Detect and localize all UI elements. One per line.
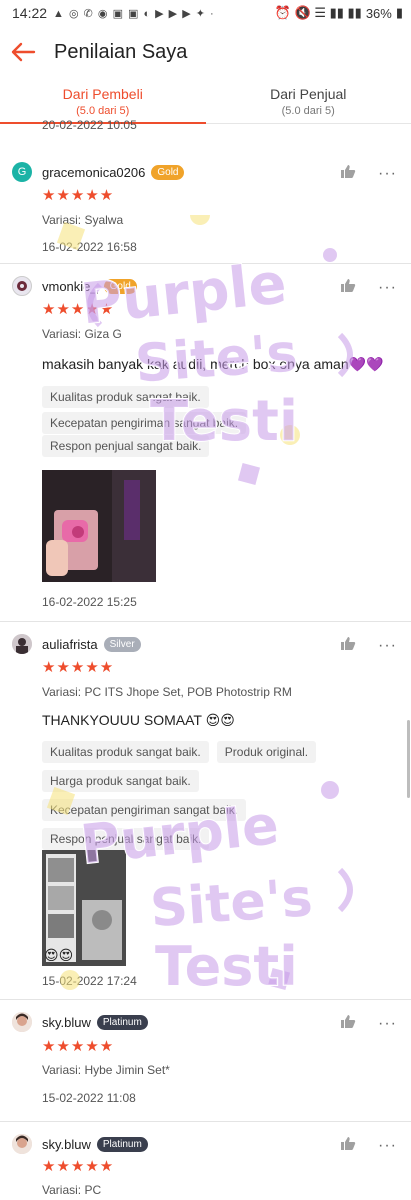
reviewer-name[interactable]: sky.bluw (42, 1137, 91, 1152)
review-photo[interactable] (42, 470, 156, 582)
review-tag: Kecepatan pengiriman sangat baik. (42, 412, 247, 434)
reviewer-row: sky.bluw Platinum (12, 1134, 148, 1154)
review-tag: Produk original. (216, 741, 317, 763)
reviewer-row: vmonkie_ Gold (12, 276, 137, 296)
review-tag: Kecepatan pengiriman sangat baik. (42, 799, 247, 821)
status-right: ⏰ 🔇 ☰ ▮▮ ▮▮ 36% ▮ (275, 5, 403, 21)
review-tag: Respon penjual sangat baik. (42, 435, 210, 457)
like-icon[interactable] (340, 636, 356, 656)
review-actions: ··· (340, 278, 397, 298)
tab-from-buyer[interactable]: Dari Pembeli (5.0 dari 5) (0, 78, 206, 123)
like-icon[interactable] (340, 278, 356, 298)
like-icon[interactable] (340, 1014, 356, 1034)
avatar-image-icon (12, 634, 32, 654)
avatar[interactable] (12, 1012, 32, 1032)
variant-text: Variasi: PC (42, 1183, 102, 1197)
review-actions: ··· (340, 636, 397, 656)
photo-emoji: 😍😍 (44, 947, 74, 963)
avatar[interactable]: G (12, 162, 32, 182)
avatar[interactable] (12, 1134, 32, 1154)
review-actions: ··· (340, 164, 397, 184)
tab-label: Dari Penjual (270, 86, 347, 102)
rating-stars: ★★★★★ (42, 1038, 115, 1055)
notification-icons: ▲ ◎ ✆ ◉ ▣ ▣ ◐ ▶ ▶ ▶ ✦ · (53, 7, 215, 20)
review-date: 16-02-2022 15:25 (42, 595, 137, 609)
review-photo[interactable]: 😍😍 (42, 850, 126, 966)
scrollbar[interactable] (407, 720, 410, 798)
member-badge: Silver (103, 636, 141, 652)
battery-icon: ▮ (395, 5, 403, 20)
page-title: Penilaian Saya (54, 40, 188, 63)
rating-stars: ★★★★★ (42, 1158, 115, 1175)
app-bar: Penilaian Saya (0, 26, 411, 78)
review-tags: Kecepatan pengiriman sangat baik. (42, 412, 399, 434)
rating-stars: ★★★★★ (42, 187, 115, 204)
more-options-icon[interactable]: ··· (378, 638, 397, 654)
reviewer-name[interactable]: gracemonica0206 (42, 165, 145, 180)
variant-text: Variasi: Giza G (42, 327, 122, 341)
back-button[interactable] (8, 37, 38, 67)
review-tags: Respon penjual sangat baik. (42, 435, 399, 457)
more-options-icon[interactable]: ··· (378, 1138, 397, 1154)
status-bar: 14:22 ▲ ◎ ✆ ◉ ▣ ▣ ◐ ▶ ▶ ▶ ✦ · ⏰ 🔇 ☰ ▮▮ ▮… (0, 0, 411, 26)
review-item: auliafrista Silver ··· ★★★★★ Variasi: PC… (0, 622, 411, 1000)
review-item: sky.bluw Platinum ··· ★★★★★ Variasi: PC (0, 1122, 411, 1200)
review-date: 15-02-2022 17:24 (42, 974, 137, 988)
review-tag: Respon penjual sangat baik. (42, 828, 210, 850)
review-tag: Kualitas produk sangat baik. (42, 741, 209, 763)
variant-text: Variasi: Hybe Jimin Set* (42, 1063, 170, 1077)
variant-text: Variasi: Syalwa (42, 213, 124, 227)
more-options-icon[interactable]: ··· (378, 1016, 397, 1032)
review-actions: ··· (340, 1136, 397, 1156)
rating-stars: ★★★★★ (42, 301, 115, 318)
variant-text: Variasi: PC ITS Jhope Set, POB Photostri… (42, 685, 292, 699)
avatar[interactable] (12, 634, 32, 654)
reviewer-name[interactable]: vmonkie_ (42, 279, 98, 294)
tab-score: (5.0 dari 5) (76, 105, 130, 117)
member-badge: Gold (103, 278, 137, 294)
review-tags: Kualitas produk sangat baik. Produk orig… (42, 741, 399, 850)
member-badge: Platinum (96, 1136, 148, 1152)
review-tag: Harga produk sangat baik. (42, 770, 199, 792)
status-time: 14:22 (12, 5, 48, 21)
review-item: vmonkie_ Gold ··· ★★★★★ Variasi: Giza G … (0, 264, 411, 622)
review-date: 20-02-2022 10:05 (42, 118, 137, 132)
review-date: 15-02-2022 11:08 (42, 1091, 136, 1105)
review-comment: makasih banyak kak audii, merch box onya… (42, 356, 384, 372)
review-date: 16-02-2022 16:58 (42, 240, 137, 254)
member-badge: Platinum (96, 1014, 148, 1030)
reviewer-row: auliafrista Silver (12, 634, 141, 654)
avatar-image-icon (17, 281, 27, 291)
more-options-icon[interactable]: ··· (378, 166, 397, 182)
member-badge: Gold (151, 164, 185, 180)
avatar-image-icon (12, 1134, 32, 1154)
reviewer-name[interactable]: sky.bluw (42, 1015, 91, 1030)
review-item: G gracemonica0206 Gold ··· ★★★★★ Variasi… (0, 150, 411, 264)
review-tags: Kualitas produk sangat baik. (42, 386, 399, 408)
tab-from-seller[interactable]: Dari Penjual (5.0 dari 5) (206, 78, 411, 123)
like-icon[interactable] (340, 164, 356, 184)
back-arrow-icon (11, 42, 36, 62)
review-actions: ··· (340, 1014, 397, 1034)
tab-score: (5.0 dari 5) (281, 105, 335, 117)
system-icons: ⏰ 🔇 ☰ ▮▮ ▮▮ (274, 5, 362, 20)
review-comment: THANKYOUUU SOMAAT 😍😍 (42, 712, 235, 728)
reviewer-row: sky.bluw Platinum (12, 1012, 148, 1032)
review-item: sky.bluw Platinum ··· ★★★★★ Variasi: Hyb… (0, 1000, 411, 1122)
review-tag: Kualitas produk sangat baik. (42, 386, 209, 408)
like-icon[interactable] (340, 1136, 356, 1156)
more-options-icon[interactable]: ··· (378, 280, 397, 296)
battery-percent: 36% (365, 5, 392, 21)
reviewer-name[interactable]: auliafrista (42, 637, 98, 652)
avatar[interactable] (12, 276, 32, 296)
rating-stars: ★★★★★ (42, 659, 115, 676)
reviewer-row: G gracemonica0206 Gold (12, 162, 185, 182)
tab-label: Dari Pembeli (62, 86, 143, 102)
avatar-letter: G (17, 166, 27, 178)
avatar-image-icon (12, 1012, 32, 1032)
